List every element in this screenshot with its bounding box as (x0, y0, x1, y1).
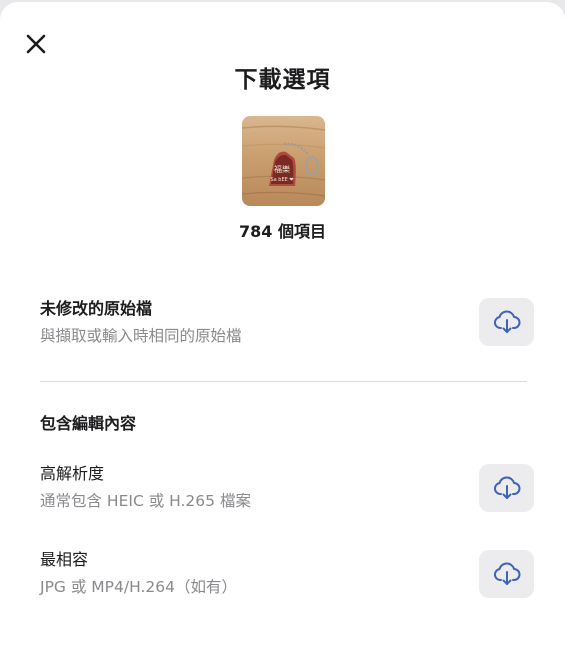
tag-text-2: Sa bEE ❤ (270, 177, 293, 183)
cloud-download-icon (493, 476, 520, 499)
download-original-button[interactable] (479, 298, 534, 346)
high-resolution-description: 通常包含 HEIC 或 H.265 檔案 (40, 492, 251, 510)
download-options-dialog: 下載選項 福樂 Sa bEE ❤ 784 個項目 未修改的原始檔 與擷取或輸入時… (0, 2, 565, 652)
tag-text-1: 福樂 (274, 164, 290, 174)
close-button[interactable] (22, 30, 50, 58)
download-most-compatible-button[interactable] (479, 550, 534, 598)
original-option-description: 與擷取或輸入時相同的原始檔 (40, 327, 242, 345)
dialog-title: 下載選項 (234, 67, 331, 93)
cloud-download-icon (493, 310, 520, 333)
high-resolution-title: 高解析度 (40, 464, 105, 483)
edited-section-heading: 包含編輯內容 (40, 414, 137, 433)
most-compatible-title: 最相容 (40, 550, 89, 569)
cloud-download-icon (493, 562, 520, 585)
photo-thumbnail: 福樂 Sa bEE ❤ (242, 116, 325, 206)
close-icon (26, 34, 46, 54)
most-compatible-description: JPG 或 MP4/H.264（如有） (40, 578, 237, 596)
download-high-resolution-button[interactable] (479, 464, 534, 512)
section-divider (40, 381, 527, 382)
original-option-title: 未修改的原始檔 (40, 299, 153, 318)
item-count: 784 個項目 (239, 222, 326, 241)
